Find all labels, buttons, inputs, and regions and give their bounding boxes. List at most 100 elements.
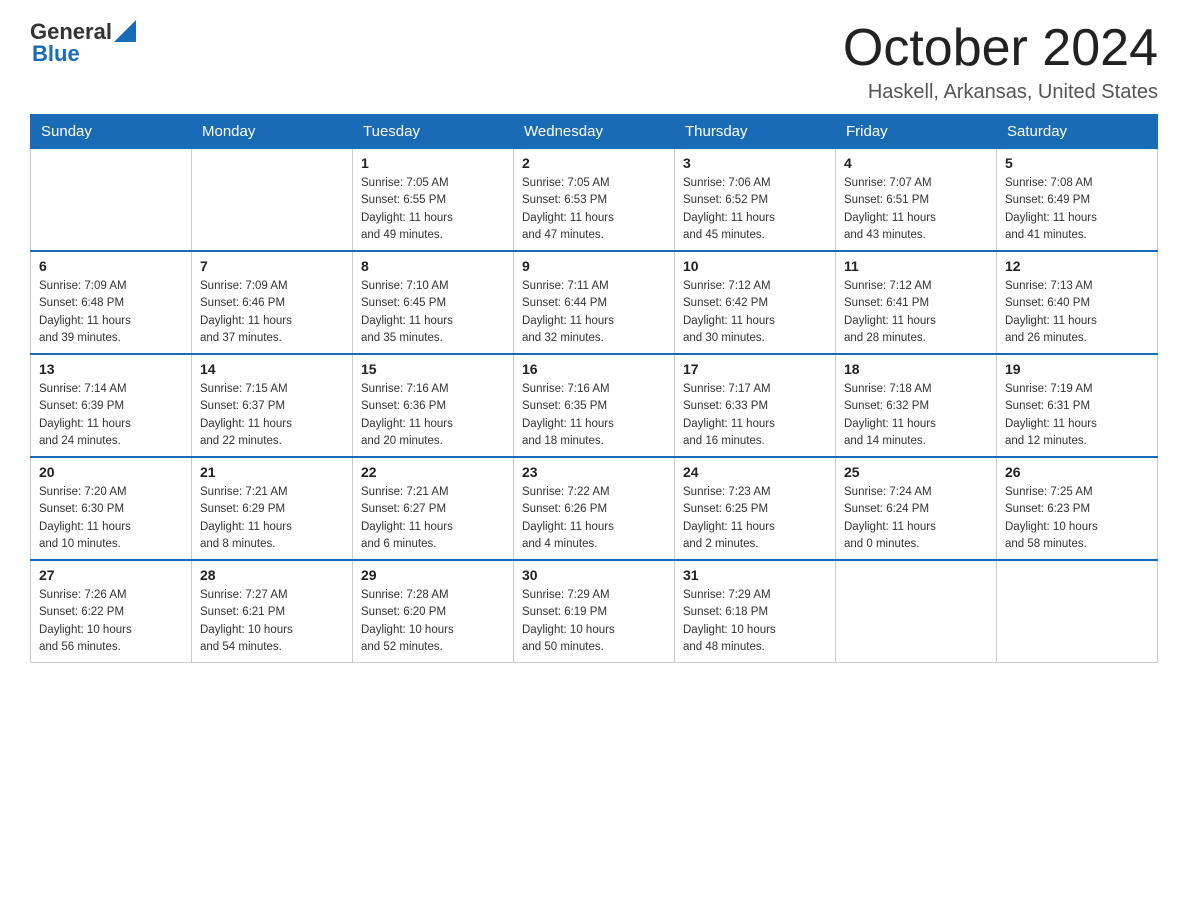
day-number: 23	[522, 464, 666, 480]
day-number: 1	[361, 155, 505, 171]
day-number: 21	[200, 464, 344, 480]
calendar-cell: 6Sunrise: 7:09 AM Sunset: 6:48 PM Daylig…	[31, 251, 192, 354]
day-info: Sunrise: 7:18 AM Sunset: 6:32 PM Dayligh…	[844, 381, 988, 450]
calendar-cell: 30Sunrise: 7:29 AM Sunset: 6:19 PM Dayli…	[514, 560, 675, 663]
calendar-cell	[997, 560, 1158, 663]
day-number: 16	[522, 361, 666, 377]
calendar-cell: 21 Sunrise: 7:21 AM Sunset: 6:29 PM Dayli…	[192, 457, 353, 560]
day-info: Sunrise: 7:06 AM Sunset: 6:52 PM Dayligh…	[683, 175, 827, 244]
day-info: Sunrise: 7:05 AM Sunset: 6:53 PM Dayligh…	[522, 175, 666, 244]
calendar-cell: 22Sunrise: 7:21 AM Sunset: 6:27 PM Dayli…	[353, 457, 514, 560]
day-number: 3	[683, 155, 827, 171]
day-info: Sunrise: 7:29 AM Sunset: 6:18 PM Dayligh…	[683, 587, 827, 656]
weekday-header: Sunday	[31, 115, 192, 149]
calendar-cell: 20 Sunrise: 7:20 AM Sunset: 6:30 PM Dayli…	[31, 457, 192, 560]
calendar-week-row: 20 Sunrise: 7:20 AM Sunset: 6:30 PM Dayli…	[31, 457, 1158, 560]
logo: General Blue	[30, 20, 136, 66]
day-number: 27	[39, 567, 183, 583]
day-number: 5	[1005, 155, 1149, 171]
calendar-cell: 16 Sunrise: 7:16 AM Sunset: 6:35 PM Dayli…	[514, 354, 675, 457]
weekday-header: Saturday	[997, 115, 1158, 149]
day-info: Sunrise: 7:05 AM Sunset: 6:55 PM Dayligh…	[361, 175, 505, 244]
day-info: Sunrise: 7:22 AM Sunset: 6:26 PM Dayligh…	[522, 484, 666, 553]
day-number: 22	[361, 464, 505, 480]
day-info: Sunrise: 7:26 AM Sunset: 6:22 PM Dayligh…	[39, 587, 183, 656]
calendar-cell: 29 Sunrise: 7:28 AM Sunset: 6:20 PM Dayli…	[353, 560, 514, 663]
calendar-cell: 25 Sunrise: 7:24 AM Sunset: 6:24 PM Dayli…	[836, 457, 997, 560]
calendar-week-row: 6Sunrise: 7:09 AM Sunset: 6:48 PM Daylig…	[31, 251, 1158, 354]
day-number: 17	[683, 361, 827, 377]
page-header: General Blue October 2024 Haskell, Arkan…	[30, 20, 1158, 104]
calendar-cell: 26 Sunrise: 7:25 AM Sunset: 6:23 PM Dayli…	[997, 457, 1158, 560]
day-number: 29	[361, 567, 505, 583]
calendar-table: SundayMondayTuesdayWednesdayThursdayFrid…	[30, 114, 1158, 663]
day-number: 11	[844, 258, 988, 274]
calendar-cell: 31 Sunrise: 7:29 AM Sunset: 6:18 PM Dayli…	[675, 560, 836, 663]
calendar-cell: 5 Sunrise: 7:08 AM Sunset: 6:49 PM Daylig…	[997, 149, 1158, 252]
day-number: 13	[39, 361, 183, 377]
calendar-cell: 7 Sunrise: 7:09 AM Sunset: 6:46 PM Daylig…	[192, 251, 353, 354]
day-info: Sunrise: 7:11 AM Sunset: 6:44 PM Dayligh…	[522, 278, 666, 347]
day-info: Sunrise: 7:19 AM Sunset: 6:31 PM Dayligh…	[1005, 381, 1149, 450]
day-info: Sunrise: 7:20 AM Sunset: 6:30 PM Dayligh…	[39, 484, 183, 553]
day-info: Sunrise: 7:13 AM Sunset: 6:40 PM Dayligh…	[1005, 278, 1149, 347]
calendar-week-row: 13 Sunrise: 7:14 AM Sunset: 6:39 PM Dayli…	[31, 354, 1158, 457]
day-number: 8	[361, 258, 505, 274]
calendar-cell: 19 Sunrise: 7:19 AM Sunset: 6:31 PM Dayli…	[997, 354, 1158, 457]
day-info: Sunrise: 7:24 AM Sunset: 6:24 PM Dayligh…	[844, 484, 988, 553]
calendar-week-row: 27 Sunrise: 7:26 AM Sunset: 6:22 PM Dayli…	[31, 560, 1158, 663]
day-info: Sunrise: 7:25 AM Sunset: 6:23 PM Dayligh…	[1005, 484, 1149, 553]
day-info: Sunrise: 7:10 AM Sunset: 6:45 PM Dayligh…	[361, 278, 505, 347]
day-info: Sunrise: 7:14 AM Sunset: 6:39 PM Dayligh…	[39, 381, 183, 450]
calendar-cell: 15 Sunrise: 7:16 AM Sunset: 6:36 PM Dayli…	[353, 354, 514, 457]
calendar-cell	[836, 560, 997, 663]
weekday-header: Monday	[192, 115, 353, 149]
day-number: 15	[361, 361, 505, 377]
calendar-cell: 23 Sunrise: 7:22 AM Sunset: 6:26 PM Dayli…	[514, 457, 675, 560]
day-info: Sunrise: 7:07 AM Sunset: 6:51 PM Dayligh…	[844, 175, 988, 244]
day-number: 7	[200, 258, 344, 274]
day-number: 30	[522, 567, 666, 583]
calendar-cell: 28Sunrise: 7:27 AM Sunset: 6:21 PM Dayli…	[192, 560, 353, 663]
day-info: Sunrise: 7:12 AM Sunset: 6:42 PM Dayligh…	[683, 278, 827, 347]
weekday-header: Thursday	[675, 115, 836, 149]
day-number: 20	[39, 464, 183, 480]
day-info: Sunrise: 7:15 AM Sunset: 6:37 PM Dayligh…	[200, 381, 344, 450]
day-info: Sunrise: 7:16 AM Sunset: 6:35 PM Dayligh…	[522, 381, 666, 450]
day-info: Sunrise: 7:09 AM Sunset: 6:46 PM Dayligh…	[200, 278, 344, 347]
day-number: 31	[683, 567, 827, 583]
calendar-cell: 10 Sunrise: 7:12 AM Sunset: 6:42 PM Dayli…	[675, 251, 836, 354]
calendar-cell: 14 Sunrise: 7:15 AM Sunset: 6:37 PM Dayli…	[192, 354, 353, 457]
month-title: October 2024	[843, 20, 1158, 77]
day-info: Sunrise: 7:08 AM Sunset: 6:49 PM Dayligh…	[1005, 175, 1149, 244]
calendar-cell: 17Sunrise: 7:17 AM Sunset: 6:33 PM Dayli…	[675, 354, 836, 457]
day-info: Sunrise: 7:21 AM Sunset: 6:29 PM Dayligh…	[200, 484, 344, 553]
calendar-cell: 9Sunrise: 7:11 AM Sunset: 6:44 PM Daylig…	[514, 251, 675, 354]
calendar-cell	[31, 149, 192, 252]
day-info: Sunrise: 7:12 AM Sunset: 6:41 PM Dayligh…	[844, 278, 988, 347]
day-number: 4	[844, 155, 988, 171]
calendar-cell: 27 Sunrise: 7:26 AM Sunset: 6:22 PM Dayli…	[31, 560, 192, 663]
day-number: 25	[844, 464, 988, 480]
calendar-cell	[192, 149, 353, 252]
weekday-header: Wednesday	[514, 115, 675, 149]
location-label: Haskell, Arkansas, United States	[843, 81, 1158, 104]
calendar-cell: 12Sunrise: 7:13 AM Sunset: 6:40 PM Dayli…	[997, 251, 1158, 354]
calendar-cell: 3 Sunrise: 7:06 AM Sunset: 6:52 PM Daylig…	[675, 149, 836, 252]
day-info: Sunrise: 7:09 AM Sunset: 6:48 PM Dayligh…	[39, 278, 183, 347]
logo-triangle-icon	[114, 20, 136, 42]
day-number: 24	[683, 464, 827, 480]
calendar-cell: 2Sunrise: 7:05 AM Sunset: 6:53 PM Daylig…	[514, 149, 675, 252]
day-number: 19	[1005, 361, 1149, 377]
day-number: 26	[1005, 464, 1149, 480]
calendar-cell: 24Sunrise: 7:23 AM Sunset: 6:25 PM Dayli…	[675, 457, 836, 560]
day-info: Sunrise: 7:16 AM Sunset: 6:36 PM Dayligh…	[361, 381, 505, 450]
day-number: 10	[683, 258, 827, 274]
calendar-cell: 13 Sunrise: 7:14 AM Sunset: 6:39 PM Dayli…	[31, 354, 192, 457]
day-number: 14	[200, 361, 344, 377]
day-number: 18	[844, 361, 988, 377]
weekday-header: Friday	[836, 115, 997, 149]
title-section: October 2024 Haskell, Arkansas, United S…	[843, 20, 1158, 104]
calendar-cell: 4 Sunrise: 7:07 AM Sunset: 6:51 PM Daylig…	[836, 149, 997, 252]
day-info: Sunrise: 7:28 AM Sunset: 6:20 PM Dayligh…	[361, 587, 505, 656]
